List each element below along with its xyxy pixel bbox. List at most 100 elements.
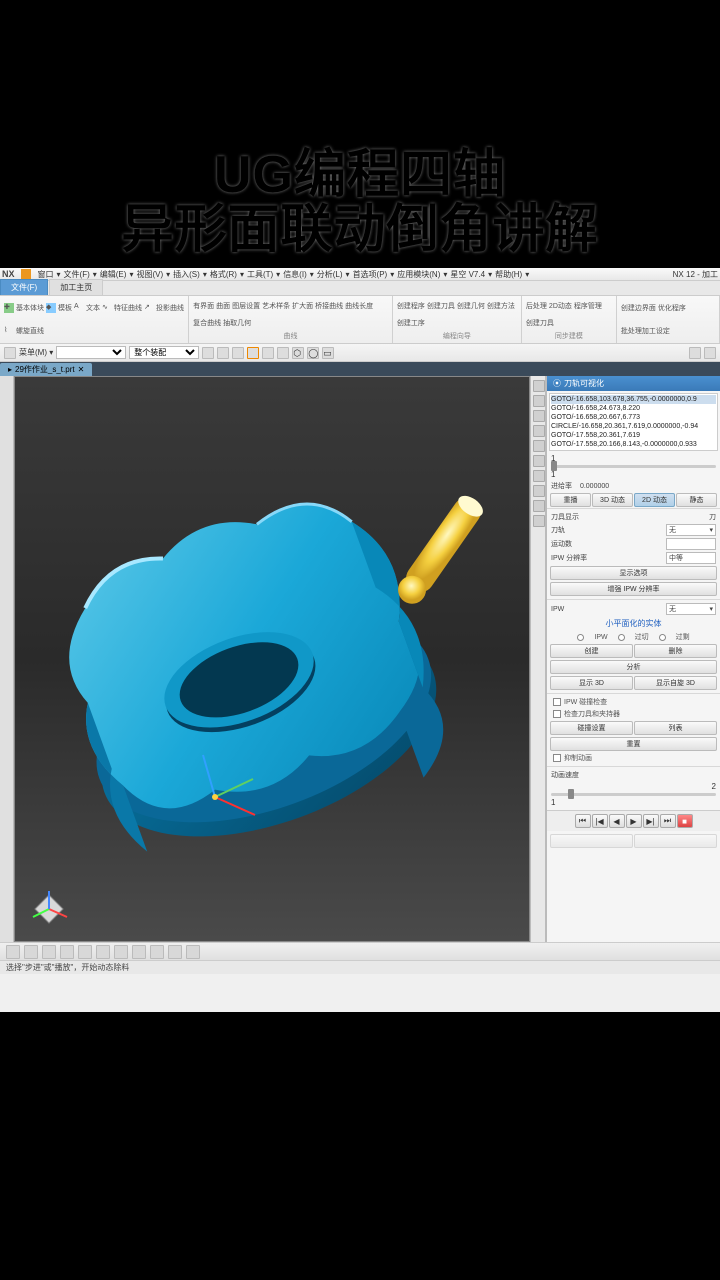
- code-line[interactable]: GOTO/-16.658,103.678,36.755,-0.0000000,0…: [551, 395, 716, 404]
- step-fwd-button[interactable]: ▶|: [643, 814, 659, 828]
- rb-2d[interactable]: 2D动态: [549, 298, 572, 314]
- menu-tools[interactable]: 工具(T): [247, 269, 273, 280]
- sel-i4[interactable]: [247, 347, 259, 359]
- tab-file[interactable]: 文件(F): [0, 279, 48, 295]
- menu-insert[interactable]: 插入(S): [173, 269, 200, 280]
- rb-optprog[interactable]: 优化程序: [658, 298, 686, 319]
- record-button[interactable]: ■: [677, 814, 693, 828]
- rb-method[interactable]: 创建方法: [487, 298, 515, 314]
- menu-app[interactable]: 应用模块(N): [397, 269, 440, 280]
- bt-i8[interactable]: [132, 945, 146, 959]
- rb-bndface[interactable]: 创建边界面: [621, 298, 656, 319]
- menu-help[interactable]: 帮助(H): [495, 269, 522, 280]
- sel-filter-1[interactable]: [56, 346, 126, 359]
- rb-extract[interactable]: 抽取几何: [223, 316, 251, 332]
- rb-geom[interactable]: 创建几何: [457, 298, 485, 314]
- rb-text[interactable]: A文本: [74, 298, 100, 319]
- radio-excess[interactable]: [659, 634, 666, 641]
- next-button[interactable]: ▶: [626, 814, 642, 828]
- menu-window[interactable]: 窗口: [38, 269, 54, 280]
- mid-i7[interactable]: [533, 470, 545, 482]
- rb-bound[interactable]: 有界面: [193, 298, 214, 314]
- goto-start-button[interactable]: ⏮: [575, 814, 591, 828]
- reset-button[interactable]: 重置: [550, 737, 717, 751]
- bt-i5[interactable]: [78, 945, 92, 959]
- left-resource-bar[interactable]: [0, 376, 14, 942]
- rb-mktool[interactable]: 创建刀具: [526, 316, 554, 332]
- document-tab[interactable]: ▸ 29作作业_s_t.prt ✕: [0, 363, 92, 376]
- pin-icon[interactable]: ⦿: [553, 378, 561, 389]
- enhance-ipw-button[interactable]: 增强 IPW 分辨率: [550, 582, 717, 596]
- sel-rect-icon[interactable]: ▭: [322, 347, 334, 359]
- bt-i9[interactable]: [150, 945, 164, 959]
- rb-surf[interactable]: 曲面: [216, 298, 230, 314]
- bt-i2[interactable]: [24, 945, 38, 959]
- rb-prog[interactable]: 创建程序: [397, 298, 425, 314]
- mid-i2[interactable]: [533, 395, 545, 407]
- rb-proj-curve[interactable]: ↗投影曲线: [144, 298, 184, 319]
- speed-slider[interactable]: [551, 793, 716, 796]
- mid-i5[interactable]: [533, 440, 545, 452]
- rb-progmgr[interactable]: 程序管理: [574, 298, 602, 314]
- tab-home[interactable]: 加工主页: [49, 279, 103, 295]
- rb-layer[interactable]: 图层设置: [232, 298, 260, 314]
- sel-i2[interactable]: [217, 347, 229, 359]
- rb-op[interactable]: 创建工序: [397, 316, 425, 332]
- bt-i3[interactable]: [42, 945, 56, 959]
- window-icon[interactable]: [21, 269, 31, 279]
- collision-settings-button[interactable]: 碰撞设置: [550, 721, 633, 735]
- mid-i4[interactable]: [533, 425, 545, 437]
- rb-tool[interactable]: 创建刀具: [427, 298, 455, 314]
- code-line[interactable]: GOTO/-16.658,20.667,6.773: [551, 413, 716, 422]
- ok-button[interactable]: [550, 834, 633, 848]
- sel-i5[interactable]: [262, 347, 274, 359]
- mid-i8[interactable]: [533, 485, 545, 497]
- menu-view[interactable]: 视图(V): [136, 269, 163, 280]
- step-back-button[interactable]: |◀: [592, 814, 608, 828]
- rb-helix[interactable]: ⌇螺旋直线: [4, 321, 44, 342]
- rb-feat-curve[interactable]: ∿特征曲线: [102, 298, 142, 319]
- tab-static[interactable]: 静态: [676, 493, 717, 507]
- showspin3d-button[interactable]: 显示自旋 3D: [634, 676, 717, 690]
- sel-circle-icon[interactable]: ◯: [307, 347, 319, 359]
- show3d-button[interactable]: 显示 3D: [550, 676, 633, 690]
- code-line[interactable]: GOTO/-17.558,20.166,8.143,-0.0000000,0.9…: [551, 440, 716, 449]
- analyze-button[interactable]: 分析: [550, 660, 717, 674]
- bt-i6[interactable]: [96, 945, 110, 959]
- radio-overcut[interactable]: [618, 634, 625, 641]
- menu-analysis[interactable]: 分析(L): [317, 269, 343, 280]
- sel-hexagon-icon[interactable]: ⬡: [292, 347, 304, 359]
- create-button[interactable]: 创建: [550, 644, 633, 658]
- menu-file[interactable]: 文件(F): [64, 269, 90, 280]
- sel-menu-label[interactable]: 菜单(M) ▾: [19, 347, 53, 358]
- rb-template[interactable]: ◆模板: [46, 298, 72, 319]
- progress-slider-1[interactable]: [551, 465, 716, 468]
- menu-prefs[interactable]: 首选项(P): [353, 269, 388, 280]
- rb-block[interactable]: ✚基本体块: [4, 298, 44, 319]
- tab-replay[interactable]: 重播: [550, 493, 591, 507]
- view-triad[interactable]: [27, 887, 71, 931]
- rb-comp[interactable]: 复合曲线: [193, 316, 221, 332]
- 3d-viewport[interactable]: [14, 376, 530, 942]
- menu-format[interactable]: 格式(R): [210, 269, 237, 280]
- chk-ipw-collision[interactable]: [553, 698, 561, 706]
- tool-dropdown[interactable]: 无▾: [666, 524, 716, 536]
- sel-i3[interactable]: [232, 347, 244, 359]
- cancel-button[interactable]: [634, 834, 717, 848]
- menu-info[interactable]: 信息(I): [283, 269, 307, 280]
- bt-i7[interactable]: [114, 945, 128, 959]
- sel-menu-icon[interactable]: [4, 347, 16, 359]
- menu-edit[interactable]: 编辑(E): [100, 269, 127, 280]
- ipw-dropdown[interactable]: 无▾: [666, 603, 716, 615]
- sel-i6[interactable]: [277, 347, 289, 359]
- list-button[interactable]: 列表: [634, 721, 717, 735]
- close-icon[interactable]: ✕: [78, 365, 85, 374]
- sel-filter-2[interactable]: 整个装配: [129, 346, 199, 359]
- sel-r1[interactable]: [689, 347, 701, 359]
- rb-bridge[interactable]: 桥接曲线: [315, 298, 343, 314]
- gcode-list[interactable]: GOTO/-16.658,103.678,36.755,-0.0000000,0…: [549, 393, 718, 451]
- rb-post[interactable]: 后处理: [526, 298, 547, 314]
- prev-button[interactable]: ◀: [609, 814, 625, 828]
- chk-tool-holder[interactable]: [553, 710, 561, 718]
- motion-input[interactable]: [666, 538, 716, 550]
